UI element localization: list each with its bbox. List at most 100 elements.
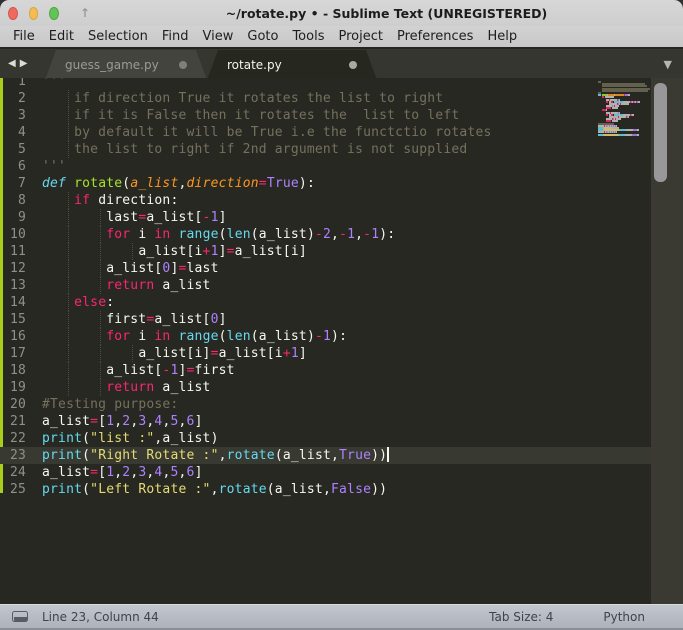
line-number: 16	[9, 329, 26, 344]
code-line[interactable]: 7 def rotate(a_list,direction=True):	[0, 175, 651, 192]
line-number: 7	[17, 176, 26, 191]
code-line[interactable]: 3 if it is False then it rotates the lis…	[0, 107, 651, 124]
line-number: 15	[9, 312, 26, 327]
indent-guide	[68, 345, 70, 362]
indent-guide	[68, 107, 70, 124]
cursor-position-label: Line 23, Column 44	[42, 609, 159, 624]
code-line[interactable]: 2 if direction True it rotates the list …	[0, 90, 651, 107]
line-number: 17	[9, 346, 26, 361]
indent-guide	[100, 328, 102, 345]
minimize-button[interactable]	[28, 6, 39, 20]
close-button[interactable]	[8, 6, 18, 20]
scrollbar-thumb[interactable]	[654, 83, 667, 182]
code-line[interactable]: 8 if direction:	[0, 192, 651, 209]
code-line[interactable]: 13 return a_list	[0, 277, 651, 294]
code-line[interactable]: 16 for i in range(len(a_list)-1):	[0, 328, 651, 345]
tab-label: rotate.py	[227, 58, 282, 72]
indent-guide	[132, 345, 134, 362]
tab-modified-dot[interactable]	[179, 61, 187, 69]
indent-guide	[68, 243, 70, 260]
indent-guide	[100, 226, 102, 243]
menubar: File Edit Selection Find View Goto Tools Projec…	[0, 26, 683, 47]
code-line[interactable]: 22 print("list :",a_list)	[0, 430, 651, 447]
indent-guide	[68, 277, 70, 294]
code-line[interactable]: 1 '''	[0, 78, 651, 90]
line-number: 14	[9, 295, 26, 310]
code-line[interactable]: 4 by default it will be True i.e the fun…	[0, 124, 651, 141]
indent-guide	[68, 311, 70, 328]
indent-guide	[100, 311, 102, 328]
line-number: 24	[9, 465, 26, 480]
indent-guide	[68, 362, 70, 379]
indent-guide	[100, 277, 102, 294]
line-number: 13	[9, 278, 26, 293]
window-up-icon: ↑	[79, 6, 90, 20]
line-number: 25	[9, 482, 26, 497]
tab-modified-dot[interactable]	[349, 61, 357, 69]
menu-item-project[interactable]: Project	[331, 26, 389, 47]
code-line[interactable]: 21 a_list=[1,2,3,4,5,6]	[0, 413, 651, 430]
panel-toggle-icon[interactable]	[12, 611, 28, 622]
scrollbar-track[interactable]	[651, 78, 683, 604]
syntax-button[interactable]: Python	[603, 610, 645, 624]
indent-guide	[100, 345, 102, 362]
menu-item-edit[interactable]: Edit	[42, 26, 81, 47]
traffic-lights: ↑	[0, 6, 90, 20]
text-cursor	[387, 447, 390, 462]
code-line[interactable]: 14 else:	[0, 294, 651, 311]
tab-scroll-left-icon[interactable]: ◀	[8, 57, 16, 70]
code-line[interactable]: 23 print("Right Rotate :",rotate(a_list,T…	[0, 447, 651, 464]
code-line[interactable]: 24 a_list=[1,2,3,4,5,6]	[0, 464, 651, 481]
code-line[interactable]: 18 a_list[-1]=first	[0, 362, 651, 379]
menu-item-goto[interactable]: Goto	[240, 26, 285, 47]
line-number: 11	[9, 244, 26, 259]
indent-guide	[132, 243, 134, 260]
editor[interactable]: 1 ''' 2 if direction True it rotates the l…	[0, 78, 683, 604]
menu-item-find[interactable]: Find	[155, 26, 196, 47]
code-line[interactable]: 11 a_list[i+1]=a_list[i]	[0, 243, 651, 260]
line-number: 20	[9, 397, 26, 412]
menu-item-file[interactable]: File	[6, 26, 42, 47]
code-line[interactable]: 10 for i in range(len(a_list)-2,-1,-1):	[0, 226, 651, 243]
code-line[interactable]: 17 a_list[i]=a_list[i+1]	[0, 345, 651, 362]
line-number: 6	[17, 159, 26, 174]
tab-size-button[interactable]: Tab Size: 4	[489, 610, 553, 624]
indent-guide	[68, 260, 70, 277]
code-line[interactable]: 5 the list to right if 2nd argument is n…	[0, 141, 651, 158]
line-number: 8	[17, 193, 26, 208]
menu-item-view[interactable]: View	[196, 26, 241, 47]
line-number: 12	[9, 261, 26, 276]
indent-guide	[68, 141, 70, 158]
code-line[interactable]: 19 return a_list	[0, 379, 651, 396]
line-number: 4	[17, 125, 26, 140]
code-line[interactable]: 9 last=a_list[-1]	[0, 209, 651, 226]
indent-guide	[68, 90, 70, 107]
indent-guide	[68, 192, 70, 209]
minimap[interactable]	[598, 81, 650, 136]
code-area[interactable]: 1 ''' 2 if direction True it rotates the l…	[0, 78, 651, 498]
line-number: 9	[17, 210, 26, 225]
zoom-button[interactable]	[49, 6, 59, 20]
tab-rotate_py[interactable]: rotate.py	[207, 50, 377, 80]
tab-label: guess_game.py	[65, 58, 159, 72]
line-number: 10	[9, 227, 26, 242]
code-line[interactable]: 15 first=a_list[0]	[0, 311, 651, 328]
menu-item-tools[interactable]: Tools	[285, 26, 331, 47]
menu-item-help[interactable]: Help	[480, 26, 524, 47]
code-line[interactable]: 12 a_list[0]=last	[0, 260, 651, 277]
line-number: 21	[9, 414, 26, 429]
line-number: 1	[17, 78, 26, 89]
tab-scroll-arrows: ◀ ▶	[8, 57, 27, 70]
menu-item-preferences[interactable]: Preferences	[390, 26, 480, 47]
code-line[interactable]: 20 #Testing purpose:	[0, 396, 651, 413]
tab-overflow-icon[interactable]: ▼	[664, 58, 672, 71]
tab-guess_game_py[interactable]: guess_game.py	[45, 50, 207, 80]
line-number: 22	[9, 431, 26, 446]
titlebar: ↑ ~/rotate.py • - Sublime Text (UNREGIST…	[0, 0, 683, 26]
code-line[interactable]: 6 '''	[0, 158, 651, 175]
menu-item-selection[interactable]: Selection	[81, 26, 155, 47]
line-number: 19	[9, 380, 26, 395]
tab-scroll-right-icon[interactable]: ▶	[20, 57, 28, 70]
sublime-window: ↑ ~/rotate.py • - Sublime Text (UNREGIST…	[0, 0, 683, 630]
code-line[interactable]: 25 print("Left Rotate :",rotate(a_list,Fa…	[0, 481, 651, 498]
